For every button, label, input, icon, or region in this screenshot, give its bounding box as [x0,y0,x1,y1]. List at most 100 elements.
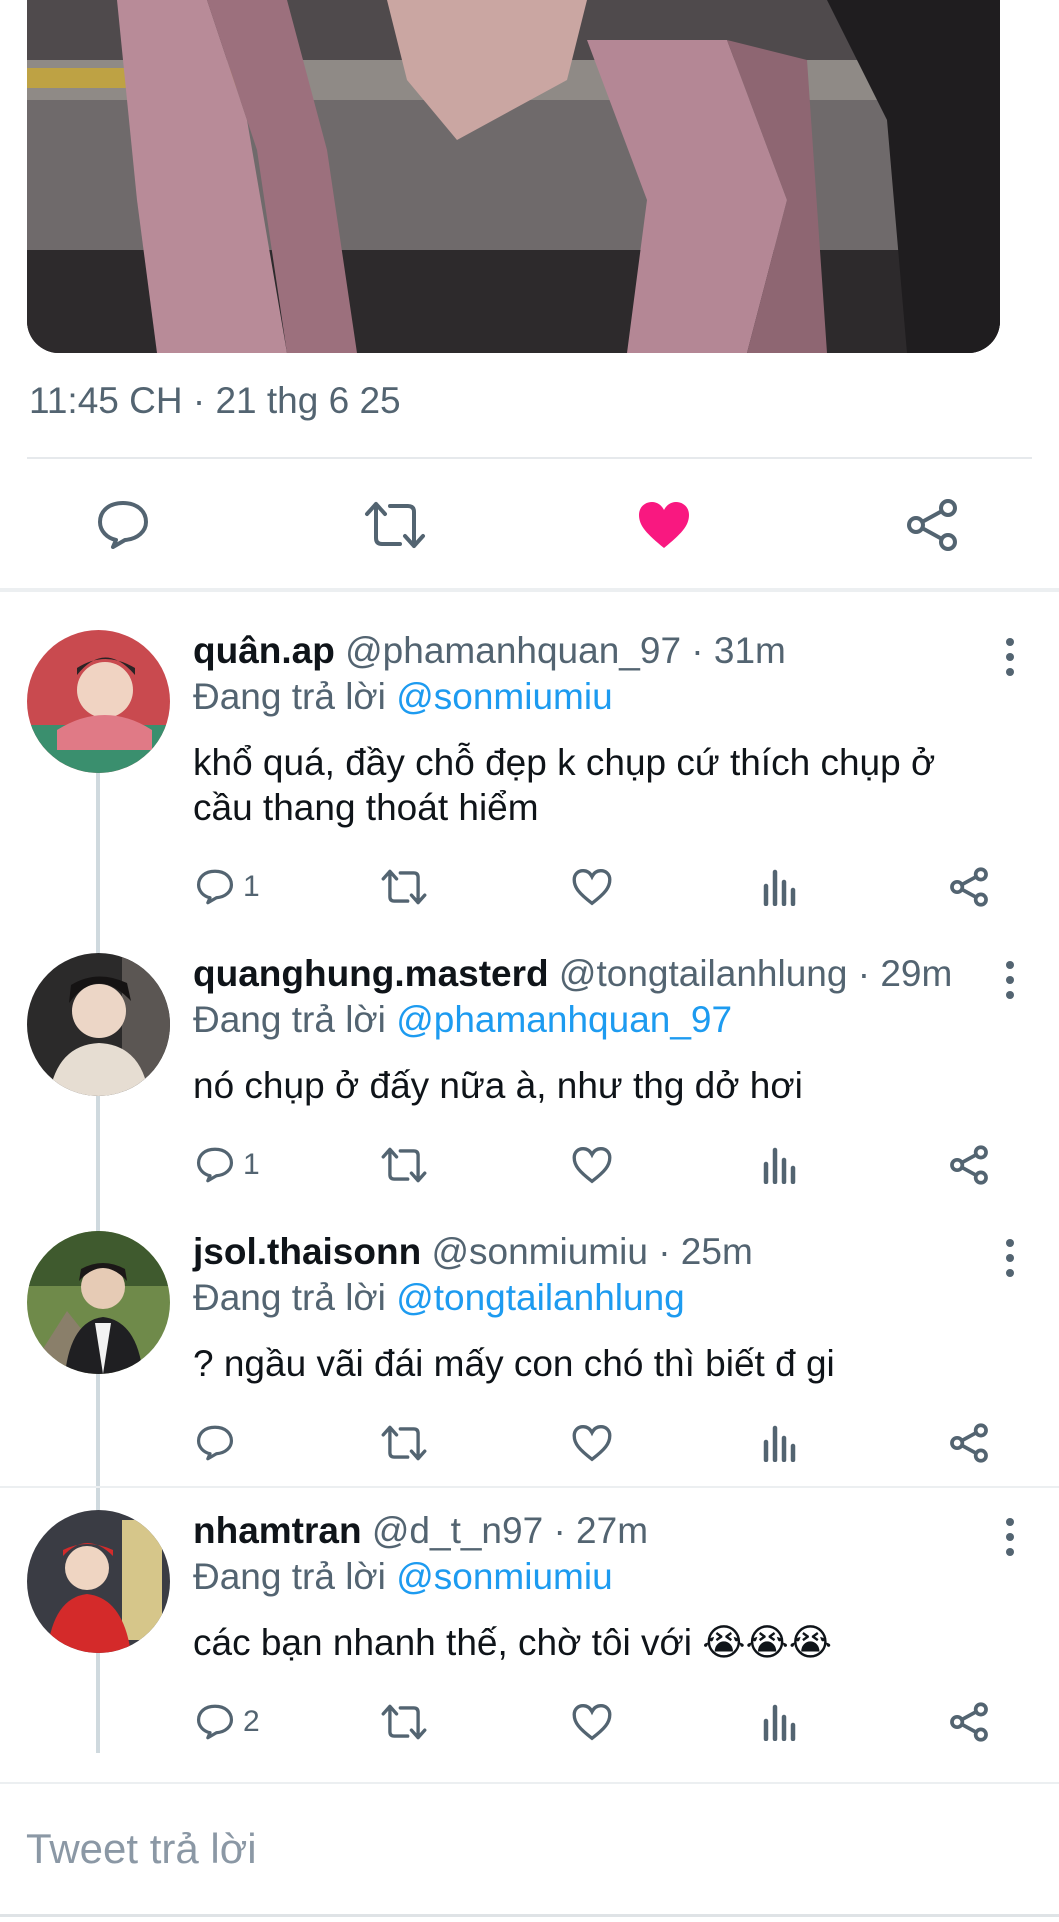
reply-text: ? ngầu vãi đái mấy con chó thì biết đ gi [193,1343,835,1384]
handle-time: @d_t_n97 · 27m [371,1510,649,1551]
display-name[interactable]: jsol.thaisonn [193,1231,421,1272]
mention-link[interactable]: @tongtailanhlung [396,1277,685,1318]
heart-filled-icon [639,502,689,548]
avatar[interactable] [27,1510,170,1653]
reply-button[interactable] [88,490,158,560]
retweet-icon [365,502,425,548]
views-icon [763,869,796,906]
heart-icon [572,869,612,906]
replying-label: Đang trả lời [193,676,386,717]
reply-button[interactable]: 1 [195,1140,260,1190]
more-button[interactable] [1005,1239,1015,1284]
views-icon [763,1704,796,1741]
mention-link[interactable]: @sonmiumiu [396,1556,612,1597]
reply-header: quân.ap @phamanhquan_97 · 31m [193,630,786,672]
replying-to: Đang trả lời @sonmiumiu [193,1556,613,1598]
display-name[interactable]: quân.ap [193,630,335,671]
retweet-button[interactable] [381,1418,427,1468]
reply-input[interactable] [24,1824,828,1874]
thread-separator [0,1486,1059,1488]
reply-icon [98,501,148,549]
reply-header: jsol.thaisonn @sonmiumiu · 25m [193,1231,753,1273]
replying-label: Đang trả lời [193,1277,386,1318]
heart-icon [572,1147,612,1184]
reply-icon [196,1704,234,1740]
reply-actions: 1 [0,1140,1059,1190]
share-icon [950,867,988,907]
retweet-icon [381,869,427,905]
more-icon [1006,638,1014,646]
like-button[interactable] [572,1418,612,1468]
views-button[interactable] [762,1140,798,1190]
more-button[interactable] [1005,638,1015,683]
replying-to: Đang trả lời @phamanhquan_97 [193,999,732,1041]
retweet-icon [381,1425,427,1461]
heart-icon [572,1704,612,1741]
more-button[interactable] [1005,961,1015,1006]
retweet-button[interactable] [360,490,430,560]
tweet-photo[interactable] [27,0,1000,353]
share-button[interactable] [948,862,990,912]
views-icon [763,1425,796,1462]
more-button[interactable] [1005,1518,1015,1563]
views-button[interactable] [762,1418,798,1468]
retweet-icon [381,1704,427,1740]
reply-item[interactable]: jsol.thaisonn @sonmiumiu · 25m Đang trả … [0,1231,1059,1463]
like-button[interactable] [572,1697,612,1747]
retweet-button[interactable] [381,862,427,912]
display-name[interactable]: quanghung.masterd [193,953,549,994]
avatar[interactable] [27,630,170,773]
more-icon [1006,1239,1014,1247]
views-button[interactable] [762,862,798,912]
replying-to: Đang trả lời @tongtailanhlung [193,1277,685,1319]
reply-item[interactable]: quanghung.masterd @tongtailanhlung · 29m… [0,953,1059,1185]
mention-link[interactable]: @sonmiumiu [396,676,612,717]
heart-icon [572,1425,612,1462]
handle-time: @sonmiumiu · 25m [431,1231,753,1272]
reply-text: nó chụp ở đấy nữa à, như thg dở hơi [193,1065,803,1106]
reply-button[interactable] [195,1418,243,1468]
share-button[interactable] [897,490,967,560]
avatar[interactable] [27,953,170,1096]
like-button[interactable] [629,490,699,560]
replying-label: Đang trả lời [193,1556,386,1597]
share-icon [950,1423,988,1463]
share-icon [950,1145,988,1185]
like-button[interactable] [572,1140,612,1190]
reply-button[interactable]: 1 [195,862,260,912]
views-button[interactable] [762,1697,798,1747]
avatar[interactable] [27,1231,170,1374]
reply-button[interactable]: 2 [195,1697,260,1747]
retweet-icon [381,1147,427,1183]
more-icon [1006,1518,1014,1526]
reply-item[interactable]: nhamtran @d_t_n97 · 27m Đang trả lời @so… [0,1510,1059,1760]
reply-icon [196,869,234,905]
section-separator [0,588,1059,592]
handle-time: @tongtailanhlung · 29m [558,953,953,994]
share-button[interactable] [948,1140,990,1190]
display-name[interactable]: nhamtran [193,1510,362,1551]
share-icon [950,1702,988,1742]
like-button[interactable] [572,862,612,912]
tweet-action-bar [0,490,1059,560]
mention-link[interactable]: @phamanhquan_97 [396,999,732,1040]
reply-icon [196,1425,234,1461]
replying-to: Đang trả lời @sonmiumiu [193,676,613,718]
composer-bottom-border [0,1914,1059,1917]
retweet-button[interactable] [381,1140,427,1190]
reply-count: 1 [243,1148,260,1181]
reply-actions [0,1418,1059,1468]
reply-text: khổ quá, đầy chỗ đẹp k chụp cứ thích chụ… [193,742,936,828]
retweet-button[interactable] [381,1697,427,1747]
photo-illustration [27,0,1000,353]
views-icon [763,1147,796,1184]
divider [27,457,1032,459]
share-button[interactable] [948,1697,990,1747]
reply-icon [196,1147,234,1183]
share-button[interactable] [948,1418,990,1468]
reply-actions: 1 [0,862,1059,912]
reply-item[interactable]: quân.ap @phamanhquan_97 · 31m Đang trả l… [0,630,1059,1548]
reply-text: các bạn nhanh thế, chờ tôi với 😭😭😭 [193,1622,832,1663]
handle-time: @phamanhquan_97 · 31m [345,630,786,671]
tweet-timestamp: 11:45 CH · 21 thg 6 25 [29,380,401,421]
